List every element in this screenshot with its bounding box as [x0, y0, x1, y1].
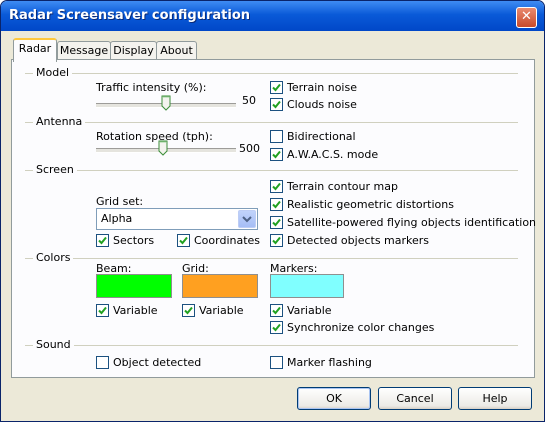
checkmark-icon	[179, 236, 188, 245]
checkmark-icon	[272, 200, 281, 209]
tab-message[interactable]: Message	[57, 41, 111, 60]
grid-set-select[interactable]: Alpha	[96, 208, 258, 230]
model-section-label: Model	[33, 66, 73, 79]
model-divider	[25, 73, 518, 74]
markers-variable-checkbox[interactable]	[270, 304, 283, 317]
sound-section-label: Sound	[33, 338, 74, 351]
grid-color-swatch[interactable]	[182, 274, 258, 298]
terrain-contour-label: Terrain contour map	[287, 180, 398, 193]
screen-divider	[25, 170, 518, 171]
traffic-intensity-label: Traffic intensity (%):	[96, 81, 207, 94]
beam-variable-label: Variable	[113, 304, 158, 317]
checkmark-icon	[272, 218, 281, 227]
markers-color-swatch[interactable]	[270, 274, 344, 298]
colors-divider	[25, 258, 518, 259]
clouds-noise-label: Clouds noise	[287, 98, 357, 111]
beam-color-swatch[interactable]	[96, 274, 172, 298]
traffic-intensity-value: 50	[242, 94, 256, 107]
grid-set-label: Grid set:	[96, 195, 144, 208]
rotation-speed-slider[interactable]	[96, 140, 236, 158]
traffic-slider-thumb[interactable]	[161, 95, 171, 111]
close-button[interactable]: ✕	[516, 7, 537, 28]
colors-section-label: Colors	[33, 251, 74, 264]
terrain-noise-checkbox[interactable]	[270, 81, 283, 94]
checkmark-icon	[272, 150, 281, 159]
bidirectional-label: Bidirectional	[287, 130, 356, 143]
coordinates-checkbox[interactable]	[177, 234, 190, 247]
checkmark-icon	[272, 100, 281, 109]
coordinates-label: Coordinates	[194, 234, 261, 247]
synchronize-colors-checkbox[interactable]	[270, 321, 283, 334]
satellite-identification-checkbox[interactable]	[270, 216, 283, 229]
chevron-down-icon[interactable]	[238, 210, 256, 228]
object-detected-label: Object detected	[113, 356, 202, 369]
detected-markers-label: Detected objects markers	[287, 234, 430, 247]
marker-flashing-checkbox[interactable]	[270, 356, 283, 369]
geometric-distortions-label: Realistic geometric distortions	[287, 198, 454, 211]
tab-radar-label: Radar	[18, 42, 52, 55]
checkmark-icon	[272, 182, 281, 191]
tab-about-label: About	[160, 44, 193, 57]
dialog-window: Radar Screensaver configuration ✕ Radar …	[0, 0, 545, 422]
checkmark-icon	[272, 83, 281, 92]
rotation-speed-value: 500	[239, 142, 260, 155]
tab-display[interactable]: Display	[110, 41, 157, 60]
checkmark-icon	[272, 236, 281, 245]
rotation-slider-thumb[interactable]	[158, 140, 168, 156]
terrain-noise-label: Terrain noise	[287, 81, 357, 94]
screen-section-label: Screen	[33, 163, 77, 176]
detected-markers-checkbox[interactable]	[270, 234, 283, 247]
sectors-checkbox[interactable]	[96, 234, 109, 247]
checkmark-icon	[184, 306, 193, 315]
bidirectional-checkbox[interactable]	[270, 130, 283, 143]
ok-button[interactable]: OK	[297, 387, 371, 410]
window-title: Radar Screensaver configuration	[9, 8, 251, 23]
sound-divider	[25, 345, 518, 346]
sectors-label: Sectors	[113, 234, 155, 247]
tab-message-label: Message	[59, 44, 109, 57]
checkmark-icon	[272, 323, 281, 332]
awacs-label: A.W.A.C.S. mode	[287, 148, 379, 161]
satellite-identification-label: Satellite-powered flying objects identif…	[287, 216, 537, 229]
clouds-noise-checkbox[interactable]	[270, 98, 283, 111]
tab-display-label: Display	[113, 44, 154, 57]
antenna-section-label: Antenna	[33, 115, 86, 128]
checkmark-icon	[98, 306, 107, 315]
synchronize-colors-label: Synchronize color changes	[287, 321, 435, 334]
tab-radar[interactable]: Radar	[13, 38, 57, 62]
grid-variable-checkbox[interactable]	[182, 304, 195, 317]
beam-variable-checkbox[interactable]	[96, 304, 109, 317]
object-detected-checkbox[interactable]	[96, 356, 109, 369]
terrain-contour-checkbox[interactable]	[270, 180, 283, 193]
checkmark-icon	[272, 306, 281, 315]
title-bar[interactable]: Radar Screensaver configuration ✕	[1, 1, 544, 31]
tab-about[interactable]: About	[156, 41, 197, 60]
checkmark-icon	[98, 236, 107, 245]
cancel-button[interactable]: Cancel	[378, 387, 452, 410]
antenna-divider	[25, 122, 518, 123]
grid-variable-label: Variable	[199, 304, 244, 317]
geometric-distortions-checkbox[interactable]	[270, 198, 283, 211]
grid-set-value: Alpha	[101, 212, 133, 225]
help-button[interactable]: Help	[458, 387, 532, 410]
marker-flashing-label: Marker flashing	[287, 356, 372, 369]
markers-variable-label: Variable	[287, 304, 332, 317]
awacs-checkbox[interactable]	[270, 148, 283, 161]
traffic-intensity-slider[interactable]	[96, 95, 236, 113]
